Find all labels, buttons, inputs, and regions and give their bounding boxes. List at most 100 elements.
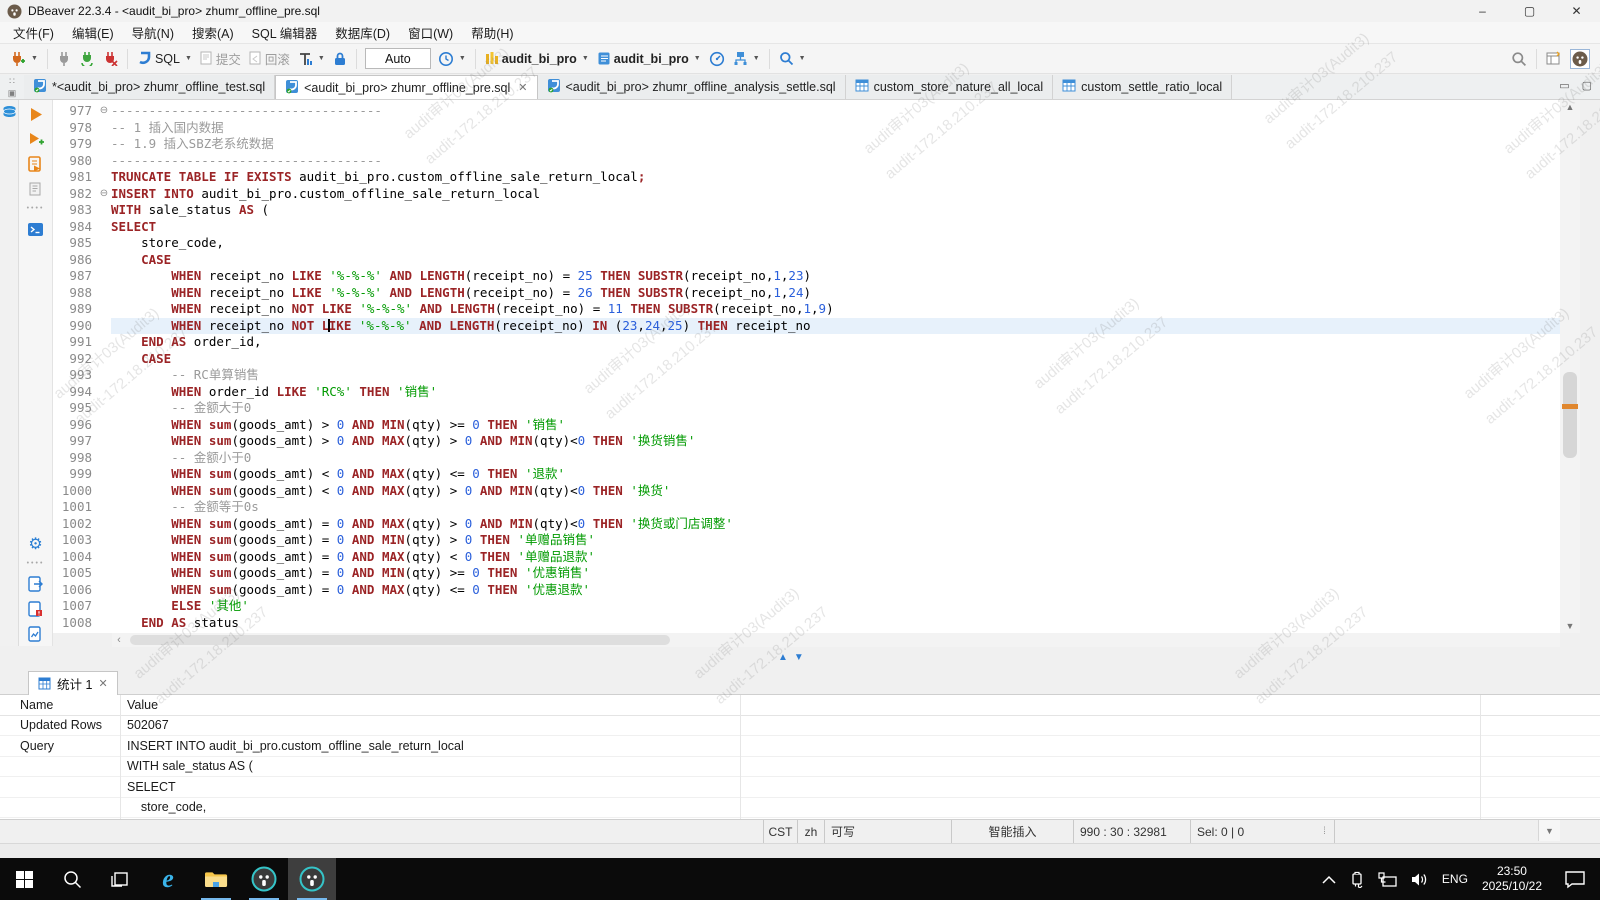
minimize-window-button[interactable]: – <box>1459 0 1506 22</box>
language-indicator[interactable]: ENG <box>1442 872 1468 886</box>
code-line[interactable]: 991 END AS order_id, <box>53 334 1560 351</box>
menu-item-3[interactable]: 导航(N) <box>123 21 183 44</box>
code-line[interactable]: 988 WHEN receipt_no LIKE '%-%-%' AND LEN… <box>53 285 1560 302</box>
code-line[interactable]: 980------------------------------------ <box>53 153 1560 170</box>
code-text[interactable]: WHEN sum(goods_amt) > 0 AND MAX(qty) > 0… <box>111 433 1560 450</box>
code-line[interactable]: 977⊖------------------------------------ <box>53 103 1560 120</box>
code-line[interactable]: 981TRUNCATE TABLE IF EXISTS audit_bi_pro… <box>53 169 1560 186</box>
sql-search-button[interactable]: ▼ <box>776 49 809 68</box>
menu-item-5[interactable]: SQL 编辑器 <box>243 21 327 44</box>
code-text[interactable]: WHEN receipt_no LIKE '%-%-%' AND LENGTH(… <box>111 285 1560 302</box>
commit-button[interactable]: 提交 <box>197 47 244 70</box>
table-row[interactable]: WITH sale_status AS ( <box>0 757 1600 778</box>
usb-icon[interactable] <box>1350 871 1364 888</box>
tab-statistics[interactable]: 统计 1 ✕ <box>28 671 118 695</box>
execute-script-button[interactable] <box>25 155 47 173</box>
scroll-up-icon[interactable]: ▲ <box>1560 100 1580 114</box>
column-header-value[interactable]: Value <box>120 698 1600 712</box>
code-text[interactable]: -- 1.9 插入SBZ老系统数据 <box>111 136 1560 153</box>
editor-list-icon[interactable]: ▣ <box>8 88 17 99</box>
commit-mode-select[interactable]: Auto <box>365 48 431 69</box>
code-line[interactable]: 1005 WHEN sum(goods_amt) = 0 AND MIN(qty… <box>53 565 1560 582</box>
network-profile-button[interactable]: ▼ <box>730 49 763 68</box>
status-write-mode[interactable]: 可写 <box>824 820 951 843</box>
code-line[interactable]: 1003 WHEN sum(goods_amt) = 0 AND MIN(qty… <box>53 532 1560 549</box>
code-line[interactable]: 995 -- 金额大于0 <box>53 400 1560 417</box>
code-line[interactable]: 983WITH sale_status AS ( <box>53 202 1560 219</box>
status-selection[interactable]: Sel: 0 | 0 <box>1190 820 1316 843</box>
code-text[interactable]: WHEN sum(goods_amt) = 0 AND MIN(qty) >= … <box>111 565 1560 582</box>
code-line[interactable]: 1007 ELSE '其他' <box>53 598 1560 615</box>
editor-tab-5[interactable]: custom_settle_ratio_local <box>1053 75 1232 99</box>
dashboard-button[interactable] <box>706 49 728 69</box>
code-line[interactable]: 994 WHEN order_id LIKE 'RC%' THEN '销售' <box>53 384 1560 401</box>
table-row[interactable]: store_code, <box>0 798 1600 819</box>
task-view-button[interactable] <box>96 858 144 900</box>
sql-editor-button[interactable]: SQL▼ <box>134 49 195 69</box>
code-line[interactable]: 997 WHEN sum(goods_amt) > 0 AND MAX(qty)… <box>53 433 1560 450</box>
taskbar-ie-button[interactable]: e <box>144 858 192 900</box>
start-button[interactable] <box>0 858 48 900</box>
code-line[interactable]: 1006 WHEN sum(goods_amt) = 0 AND MAX(qty… <box>53 582 1560 599</box>
code-text[interactable]: INSERT INTO audit_bi_pro.custom_offline_… <box>111 186 1560 203</box>
database-navigator-icon[interactable] <box>2 105 17 646</box>
sql-console-button[interactable] <box>25 220 47 238</box>
code-text[interactable]: ------------------------------------ <box>111 103 1560 120</box>
code-text[interactable]: ELSE '其他' <box>111 598 1560 615</box>
code-text[interactable]: -- 金额等于0s <box>111 499 1560 516</box>
volume-icon[interactable] <box>1411 872 1428 887</box>
disconnect-all-button[interactable] <box>100 49 121 68</box>
code-line[interactable]: 996 WHEN sum(goods_amt) > 0 AND MIN(qty)… <box>53 417 1560 434</box>
sql-code-editor[interactable]: 977⊖------------------------------------… <box>53 100 1560 633</box>
vertical-scroll-thumb[interactable] <box>1563 372 1577 458</box>
code-text[interactable]: WHEN sum(goods_amt) = 0 AND MAX(qty) < 0… <box>111 549 1560 566</box>
code-text[interactable]: WHEN sum(goods_amt) < 0 AND MAX(qty) <= … <box>111 466 1560 483</box>
code-line[interactable]: 1008 END AS status <box>53 615 1560 632</box>
sash-minimize-icon[interactable]: ▼ <box>794 653 804 663</box>
horizontal-scroll-thumb[interactable] <box>130 635 670 645</box>
tray-expand-icon[interactable] <box>1322 875 1336 884</box>
transaction-timeout-button[interactable]: ▼ <box>435 49 469 69</box>
table-row[interactable]: QueryINSERT INTO audit_bi_pro.custom_off… <box>0 736 1600 757</box>
table-row[interactable]: SELECT <box>0 777 1600 798</box>
code-text[interactable]: -- RC单算销售 <box>111 367 1560 384</box>
scroll-left-icon[interactable]: ‹ <box>112 634 126 646</box>
code-text[interactable]: WHEN receipt_no NOT LIKE '%-%-%' AND LEN… <box>111 301 1560 318</box>
panel-splitter[interactable]: ▲ ▼ <box>0 647 1600 669</box>
lock-icon[interactable] <box>330 49 350 68</box>
code-line[interactable]: 978-- 1 插入国内数据 <box>53 120 1560 137</box>
toolbar-drag-handle[interactable]: •••• <box>27 560 45 568</box>
code-text[interactable]: WHEN receipt_no NOT LIKE '%-%-%' AND LEN… <box>111 318 1560 335</box>
status-insert-mode[interactable]: 智能插入 <box>951 820 1073 843</box>
code-line[interactable]: 1000 WHEN sum(goods_amt) < 0 AND MAX(qty… <box>53 483 1560 500</box>
menu-item-6[interactable]: 数据库(D) <box>326 21 399 44</box>
perspective-button[interactable] <box>1543 49 1565 68</box>
new-connection-button[interactable]: ▼ <box>7 49 41 69</box>
code-text[interactable]: END AS status <box>111 615 1560 632</box>
code-text[interactable]: WHEN sum(goods_amt) < 0 AND MAX(qty) > 0… <box>111 483 1560 500</box>
code-line[interactable]: 985 store_code, <box>53 235 1560 252</box>
fold-marker-icon[interactable]: ⊖ <box>97 103 111 120</box>
rollback-button[interactable]: 回滚 <box>246 47 293 70</box>
code-line[interactable]: 982⊖INSERT INTO audit_bi_pro.custom_offl… <box>53 186 1560 203</box>
code-text[interactable]: WHEN sum(goods_amt) = 0 AND MAX(qty) <= … <box>111 582 1560 599</box>
code-text[interactable]: CASE <box>111 351 1560 368</box>
editor-tab-4[interactable]: custom_store_nature_all_local <box>846 75 1054 99</box>
error-log-button[interactable] <box>25 600 47 618</box>
code-line[interactable]: 992 CASE <box>53 351 1560 368</box>
status-timezone[interactable]: CST <box>763 820 797 843</box>
database-select[interactable]: audit_bi_pro▼ <box>482 49 592 68</box>
code-line[interactable]: 989 WHEN receipt_no NOT LIKE '%-%-%' AND… <box>53 301 1560 318</box>
minimize-editor-icon[interactable]: ▭ <box>1559 79 1569 92</box>
execute-statement-button[interactable] <box>25 105 47 123</box>
editor-horizontal-scrollbar[interactable]: ‹ <box>112 633 1560 647</box>
maximize-editor-icon[interactable]: ▢ <box>1582 79 1592 92</box>
code-text[interactable]: store_code, <box>111 235 1560 252</box>
code-text[interactable]: SELECT <box>111 219 1560 236</box>
close-tab-icon[interactable]: ✕ <box>518 81 527 94</box>
code-line[interactable]: 986 CASE <box>53 252 1560 269</box>
close-window-button[interactable]: ✕ <box>1553 0 1600 22</box>
notification-center-icon[interactable] <box>1564 870 1586 889</box>
menu-item-1[interactable]: 文件(F) <box>4 21 63 44</box>
code-text[interactable]: WHEN receipt_no LIKE '%-%-%' AND LENGTH(… <box>111 268 1560 285</box>
